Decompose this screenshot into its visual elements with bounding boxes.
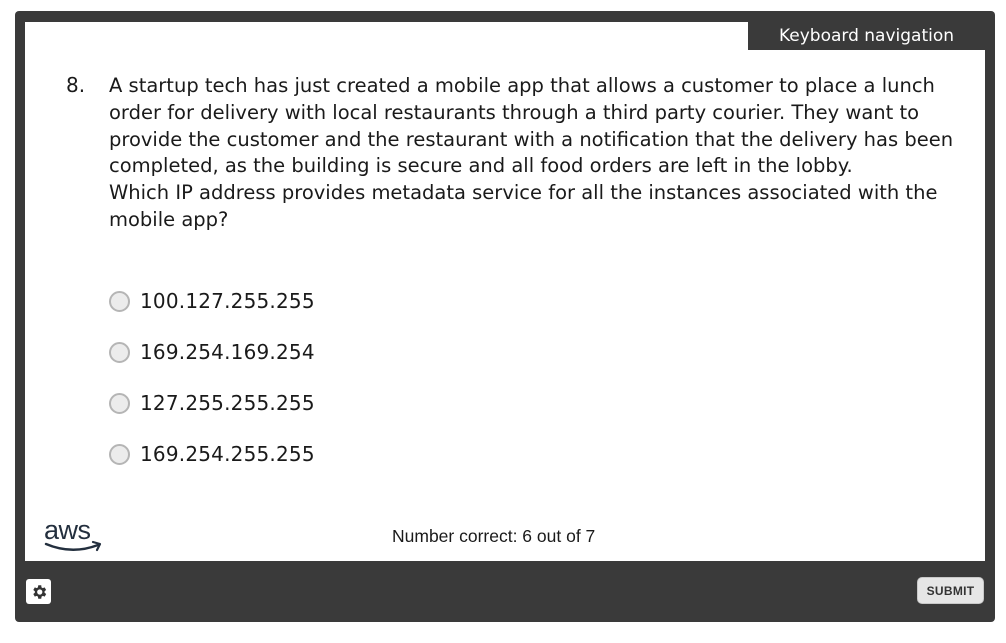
submit-button[interactable]: SUBMIT — [917, 577, 984, 604]
question-text: A startup tech has just created a mobile… — [109, 73, 959, 234]
answer-options: 100.127.255.255 169.254.169.254 127.255.… — [109, 287, 315, 491]
question-prompt: Which IP address provides metadata servi… — [109, 181, 938, 231]
gear-icon — [32, 584, 46, 599]
quiz-frame: Keyboard navigation 8. A startup tech ha… — [15, 11, 995, 622]
radio-button[interactable] — [109, 392, 130, 414]
answer-label: 127.255.255.255 — [140, 391, 315, 415]
radio-button[interactable] — [109, 290, 130, 312]
aws-logo: aws — [44, 517, 108, 559]
answer-option[interactable]: 169.254.169.254 — [109, 338, 315, 366]
answer-label: 100.127.255.255 — [140, 289, 315, 313]
aws-smile-icon — [44, 540, 102, 552]
quiz-panel: Keyboard navigation 8. A startup tech ha… — [25, 22, 985, 561]
question-number: 8. — [66, 73, 86, 97]
settings-button[interactable] — [26, 579, 51, 604]
question-paragraph: A startup tech has just created a mobile… — [109, 74, 954, 178]
answer-label: 169.254.255.255 — [140, 442, 315, 466]
radio-button[interactable] — [109, 443, 130, 465]
answer-option[interactable]: 169.254.255.255 — [109, 440, 315, 468]
answer-option[interactable]: 100.127.255.255 — [109, 287, 315, 315]
score-text: Number correct: 6 out of 7 — [392, 526, 596, 546]
answer-option[interactable]: 127.255.255.255 — [109, 389, 315, 417]
radio-button[interactable] — [109, 341, 130, 363]
keyboard-navigation-button[interactable]: Keyboard navigation — [748, 22, 985, 50]
answer-label: 169.254.169.254 — [140, 340, 315, 364]
